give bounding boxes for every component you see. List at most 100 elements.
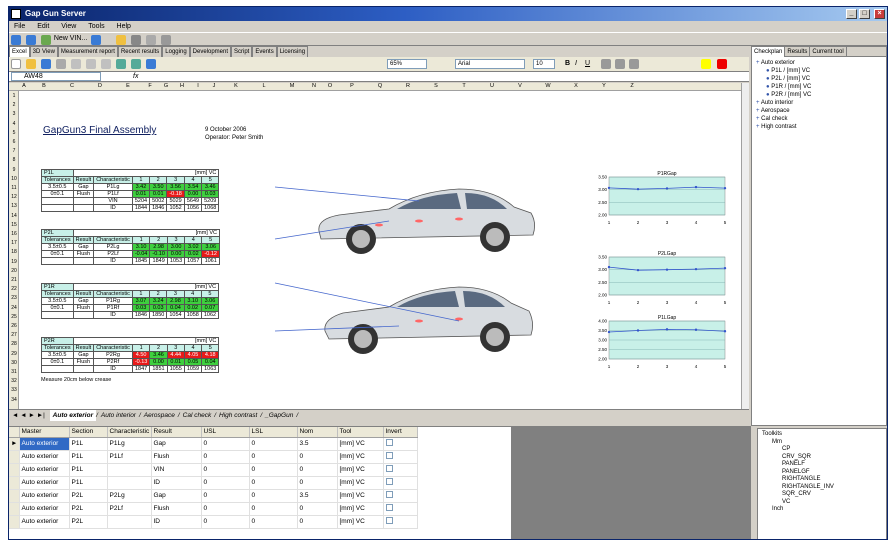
- row-header[interactable]: 4: [9, 121, 19, 127]
- print-icon[interactable]: [146, 35, 157, 45]
- cut-icon[interactable]: [70, 59, 81, 69]
- tree-item[interactable]: ● P2L / [mm] VC: [756, 75, 882, 83]
- new-vin-button[interactable]: New VIN...: [54, 35, 87, 42]
- grid-header[interactable]: Characteristic: [107, 427, 152, 438]
- toolkit-item[interactable]: RIGHTANGLE: [762, 476, 882, 484]
- grid-cell[interactable]: 0: [201, 515, 250, 529]
- column-header[interactable]: S: [423, 83, 449, 89]
- grid-cell[interactable]: 3.5: [297, 437, 338, 451]
- italic-icon[interactable]: I: [575, 60, 577, 67]
- toolkit-item[interactable]: CRV_SQR: [762, 454, 882, 462]
- row-header[interactable]: 20: [9, 268, 19, 274]
- invert-cell[interactable]: [383, 502, 418, 516]
- data-point[interactable]: [607, 186, 611, 190]
- invert-checkbox[interactable]: [385, 491, 393, 498]
- minimize-button[interactable]: _: [846, 9, 857, 19]
- row-header[interactable]: 9: [9, 167, 19, 173]
- refresh-icon[interactable]: [40, 35, 51, 45]
- name-box[interactable]: AW48: [11, 72, 101, 81]
- row-selector[interactable]: ►: [9, 437, 20, 451]
- grid-cell[interactable]: 0: [249, 489, 298, 503]
- row-selector[interactable]: [9, 450, 20, 464]
- tab-licensing[interactable]: Licensing: [276, 46, 309, 57]
- grid-cell[interactable]: Flush: [151, 450, 202, 464]
- grid-cell[interactable]: 0: [201, 450, 250, 464]
- font-size-select[interactable]: 10: [533, 59, 555, 69]
- grid-header[interactable]: Section: [69, 427, 108, 438]
- grid-cell[interactable]: 0: [297, 515, 338, 529]
- tab-excel[interactable]: Excel: [9, 46, 30, 57]
- grid-cell[interactable]: 0: [201, 476, 250, 490]
- column-header[interactable]: H: [175, 83, 189, 89]
- grid-header[interactable]: Result: [151, 427, 202, 438]
- row-header[interactable]: 5: [9, 130, 19, 136]
- column-header[interactable]: L: [251, 83, 277, 89]
- column-header[interactable]: J: [207, 83, 221, 89]
- grid-cell[interactable]: [107, 476, 152, 490]
- data-point[interactable]: [665, 187, 669, 190]
- row-header[interactable]: 19: [9, 259, 19, 265]
- tree-item[interactable]: + Auto exterior: [756, 59, 882, 67]
- grid-cell[interactable]: 0: [201, 502, 250, 516]
- toolkit-item[interactable]: SQR_CRV: [762, 491, 882, 499]
- data-point[interactable]: [607, 265, 611, 269]
- grid-cell[interactable]: 0: [249, 502, 298, 516]
- menu-edit[interactable]: Edit: [32, 23, 54, 30]
- grid-cell[interactable]: Auto exterior: [19, 463, 70, 477]
- data-point[interactable]: [723, 330, 727, 333]
- row-header[interactable]: 29: [9, 351, 19, 357]
- toolkit-item[interactable]: Mm: [762, 439, 882, 447]
- invert-cell[interactable]: [383, 437, 418, 451]
- grid-cell[interactable]: 0: [249, 450, 298, 464]
- tab-logging[interactable]: Logging: [162, 46, 190, 57]
- column-header[interactable]: I: [191, 83, 205, 89]
- grid-header[interactable]: LSL: [249, 427, 298, 438]
- column-header[interactable]: M: [279, 83, 305, 89]
- invert-checkbox[interactable]: [385, 504, 393, 511]
- row-header[interactable]: 31: [9, 369, 19, 375]
- row-header[interactable]: 18: [9, 249, 19, 255]
- maximize-button[interactable]: □: [859, 9, 870, 19]
- back-icon[interactable]: [11, 35, 21, 45]
- row-header[interactable]: 16: [9, 231, 19, 237]
- row-header[interactable]: 25: [9, 314, 19, 320]
- grid-cell[interactable]: Flush: [151, 502, 202, 516]
- grid-cell[interactable]: 0: [249, 463, 298, 477]
- row-header[interactable]: 23: [9, 295, 19, 301]
- invert-cell[interactable]: [383, 489, 418, 503]
- sort-icon[interactable]: [130, 59, 141, 69]
- data-point[interactable]: [636, 187, 640, 191]
- column-header[interactable]: N: [307, 83, 321, 89]
- grid-cell[interactable]: Auto exterior: [19, 437, 70, 451]
- fill-color-icon[interactable]: [701, 59, 711, 69]
- tree-item[interactable]: ● P1R / [mm] VC: [756, 83, 882, 91]
- grid-cell[interactable]: Auto exterior: [19, 450, 70, 464]
- spreadsheet[interactable]: GapGun3 Final Assembly 9 October 2006 Op…: [19, 91, 741, 409]
- table-row[interactable]: Auto exterior P2L P2Lg Gap 0 0 3.5 [mm] VC: [9, 489, 418, 503]
- data-point[interactable]: [694, 267, 698, 271]
- row-header[interactable]: 7: [9, 148, 19, 154]
- tab-checkplan[interactable]: Checkplan: [752, 47, 786, 57]
- column-header[interactable]: R: [395, 83, 421, 89]
- tab-recent-results[interactable]: Recent results: [117, 46, 163, 57]
- row-header[interactable]: 12: [9, 194, 19, 200]
- grid-header[interactable]: Nom: [297, 427, 338, 438]
- row-header[interactable]: 10: [9, 176, 19, 182]
- data-point[interactable]: [723, 186, 727, 190]
- row-header[interactable]: 21: [9, 277, 19, 283]
- row-selector[interactable]: [9, 463, 20, 477]
- grid-cell[interactable]: 0: [297, 450, 338, 464]
- font-select[interactable]: Arial: [455, 59, 525, 69]
- row-header[interactable]: 32: [9, 378, 19, 384]
- column-header[interactable]: A: [19, 83, 29, 89]
- grid-cell[interactable]: 0: [201, 489, 250, 503]
- invert-cell[interactable]: [383, 463, 418, 477]
- grid-cell[interactable]: Auto exterior: [19, 476, 70, 490]
- data-point[interactable]: [665, 328, 669, 331]
- grid-cell[interactable]: 0: [249, 437, 298, 451]
- menu-tools[interactable]: Tools: [83, 23, 109, 30]
- grid-cell[interactable]: 0: [201, 437, 250, 451]
- row-header[interactable]: 13: [9, 203, 19, 209]
- table-row[interactable]: ► Auto exterior P1L P1Lg Gap 0 0 3.5 [mm] VC: [9, 437, 418, 451]
- grid-cell[interactable]: 0: [249, 476, 298, 490]
